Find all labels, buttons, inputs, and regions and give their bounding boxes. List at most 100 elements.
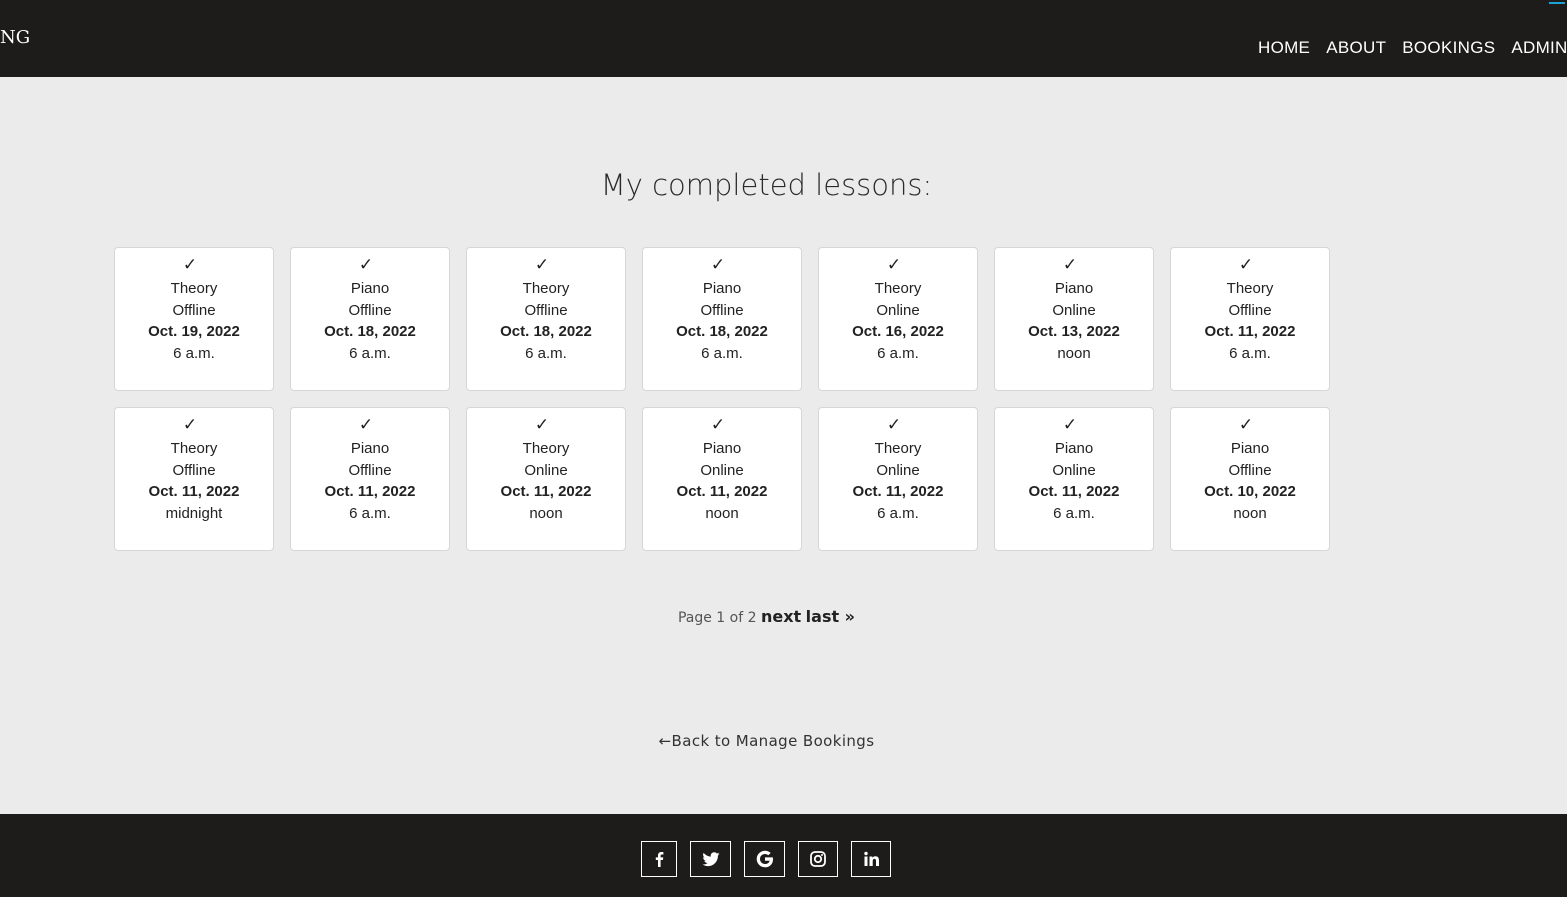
lesson-card: ✓ Piano Offline Oct. 11, 2022 6 a.m. <box>290 407 450 551</box>
lesson-date: Oct. 11, 2022 <box>1028 483 1120 500</box>
lesson-time: noon <box>1057 344 1091 362</box>
lesson-mode: Online <box>1052 301 1096 319</box>
lesson-mode: Offline <box>700 301 744 319</box>
arrow-left-icon: ← <box>658 732 672 750</box>
lesson-time: 6 a.m. <box>349 344 391 362</box>
linkedin-icon <box>864 851 879 866</box>
lesson-subject: Theory <box>522 280 570 297</box>
lesson-card: ✓ Theory Online Oct. 16, 2022 6 a.m. <box>818 247 978 391</box>
page-title: My completed lessons: <box>600 168 933 202</box>
lesson-card: ✓ Theory Offline Oct. 11, 2022 6 a.m. <box>1170 247 1330 391</box>
lesson-mode: Offline <box>348 301 392 319</box>
lesson-time: midnight <box>165 504 223 522</box>
checkmark-icon: ✓ <box>886 415 902 434</box>
lesson-date: Oct. 11, 2022 <box>148 483 240 500</box>
lesson-card: ✓ Theory Online Oct. 11, 2022 noon <box>466 407 626 551</box>
lesson-time: 6 a.m. <box>525 344 567 362</box>
lesson-subject: Theory <box>170 280 218 297</box>
lesson-subject: Piano <box>1054 440 1094 457</box>
lesson-subject: Piano <box>350 440 390 457</box>
lesson-mode: Online <box>524 461 568 479</box>
checkmark-icon: ✓ <box>1062 255 1078 274</box>
lesson-card: ✓ Theory Offline Oct. 11, 2022 midnight <box>114 407 274 551</box>
lesson-mode: Online <box>876 461 920 479</box>
lesson-subject: Theory <box>874 280 922 297</box>
checkmark-icon: ✓ <box>534 255 550 274</box>
lesson-date: Oct. 11, 2022 <box>324 483 416 500</box>
lesson-subject: Theory <box>522 440 570 457</box>
lesson-card: ✓ Piano Online Oct. 11, 2022 6 a.m. <box>994 407 1154 551</box>
back-link-container: ←Back to Manage Bookings <box>0 732 1533 750</box>
lesson-date: Oct. 18, 2022 <box>500 323 592 340</box>
lesson-subject: Piano <box>702 440 742 457</box>
corner-accent <box>1549 0 1565 4</box>
lesson-mode: Online <box>1052 461 1096 479</box>
checkmark-icon: ✓ <box>710 255 726 274</box>
last-page-link[interactable]: last » <box>806 607 855 626</box>
lesson-date: Oct. 11, 2022 <box>500 483 592 500</box>
nav-link-about[interactable]: ABOUT <box>1326 38 1386 58</box>
next-page-link[interactable]: next <box>761 607 801 626</box>
lesson-time: 6 a.m. <box>349 504 391 522</box>
google-link[interactable] <box>744 841 785 877</box>
lesson-subject: Theory <box>1226 280 1274 297</box>
lesson-time: 6 a.m. <box>1053 504 1095 522</box>
lesson-mode: Offline <box>172 301 216 319</box>
lesson-subject: Piano <box>1230 440 1270 457</box>
lesson-mode: Offline <box>1228 301 1272 319</box>
twitter-icon <box>702 851 719 866</box>
checkmark-icon: ✓ <box>358 415 374 434</box>
twitter-link[interactable] <box>690 841 731 877</box>
linkedin-link[interactable] <box>851 841 891 877</box>
lesson-time: noon <box>705 504 739 522</box>
lesson-card: ✓ Theory Online Oct. 11, 2022 6 a.m. <box>818 407 978 551</box>
lesson-subject: Theory <box>170 440 218 457</box>
facebook-link[interactable] <box>641 841 677 877</box>
lesson-date: Oct. 13, 2022 <box>1028 323 1120 340</box>
pagination: Page 1 of 2 next last » <box>0 607 1533 626</box>
lesson-mode: Offline <box>348 461 392 479</box>
lesson-date: Oct. 10, 2022 <box>1204 483 1296 500</box>
lesson-card: ✓ Piano Offline Oct. 10, 2022 noon <box>1170 407 1330 551</box>
lesson-card: ✓ Theory Offline Oct. 19, 2022 6 a.m. <box>114 247 274 391</box>
lesson-card: ✓ Piano Online Oct. 11, 2022 noon <box>642 407 802 551</box>
nav-link-home[interactable]: HOME <box>1258 38 1310 58</box>
lesson-time: 6 a.m. <box>877 504 919 522</box>
checkmark-icon: ✓ <box>710 415 726 434</box>
lesson-card: ✓ Piano Offline Oct. 18, 2022 6 a.m. <box>290 247 450 391</box>
lesson-mode: Online <box>876 301 920 319</box>
instagram-link[interactable] <box>798 841 838 877</box>
lesson-date: Oct. 18, 2022 <box>676 323 768 340</box>
lesson-time: 6 a.m. <box>701 344 743 362</box>
nav-link-bookings[interactable]: BOOKINGS <box>1402 38 1495 58</box>
checkmark-icon: ✓ <box>182 255 198 274</box>
nav-link-admin[interactable]: ADMIN <box>1511 38 1567 58</box>
lesson-mode: Offline <box>172 461 216 479</box>
lesson-subject: Piano <box>1054 280 1094 297</box>
lesson-date: Oct. 11, 2022 <box>1204 323 1296 340</box>
checkmark-icon: ✓ <box>182 415 198 434</box>
checkmark-icon: ✓ <box>1062 415 1078 434</box>
lesson-card: ✓ Piano Online Oct. 13, 2022 noon <box>994 247 1154 391</box>
lesson-subject: Piano <box>350 280 390 297</box>
checkmark-icon: ✓ <box>358 255 374 274</box>
lessons-grid: ✓ Theory Offline Oct. 19, 2022 6 a.m. ✓ Piano O… <box>114 247 1346 551</box>
lesson-date: Oct. 11, 2022 <box>852 483 944 500</box>
checkmark-icon: ✓ <box>534 415 550 434</box>
lesson-mode: Online <box>700 461 744 479</box>
nav-links: HOME ABOUT BOOKINGS ADMIN <box>1258 38 1567 58</box>
brand-logo[interactable]: NG <box>0 27 30 48</box>
lesson-time: 6 a.m. <box>877 344 919 362</box>
lesson-time: 6 a.m. <box>1229 344 1271 362</box>
lesson-card: ✓ Theory Offline Oct. 18, 2022 6 a.m. <box>466 247 626 391</box>
page-status: Page 1 of 2 <box>677 610 757 626</box>
navbar: NG HOME ABOUT BOOKINGS ADMIN <box>0 0 1567 77</box>
lesson-date: Oct. 11, 2022 <box>676 483 768 500</box>
checkmark-icon: ✓ <box>886 255 902 274</box>
lesson-date: Oct. 16, 2022 <box>852 323 944 340</box>
back-link-label: Back to Manage Bookings <box>671 732 875 750</box>
lesson-mode: Offline <box>1228 461 1272 479</box>
lesson-time: noon <box>1233 504 1267 522</box>
lesson-mode: Offline <box>524 301 568 319</box>
back-to-manage-bookings-link[interactable]: ←Back to Manage Bookings <box>659 732 875 750</box>
